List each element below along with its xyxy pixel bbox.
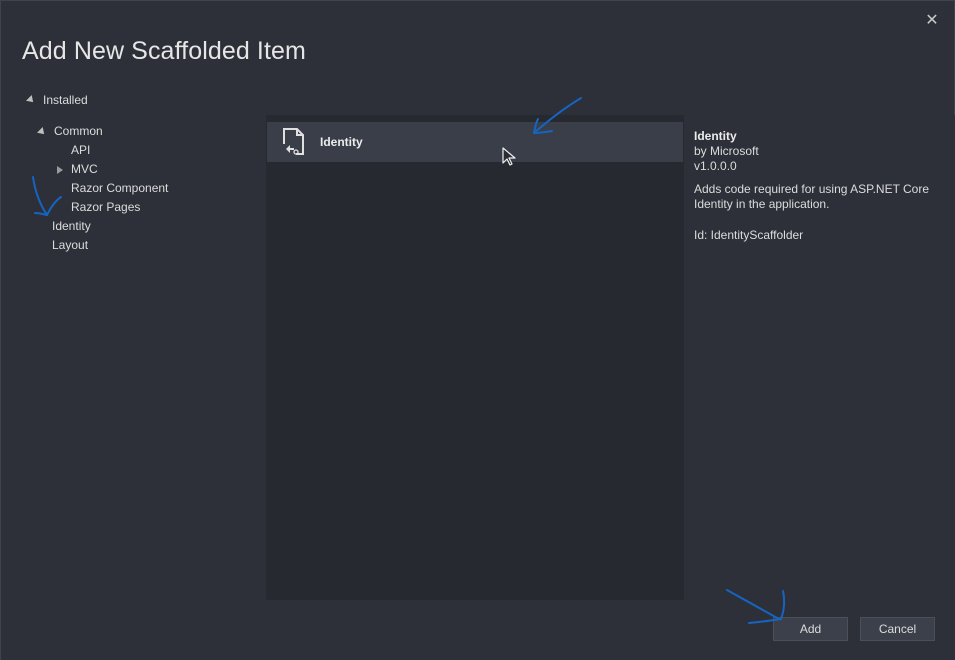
tree-item-mvc[interactable]: MVC <box>57 160 98 179</box>
tree-root-installed[interactable]: Installed <box>26 93 88 107</box>
tree-item-label: MVC <box>71 162 98 176</box>
tree-item-layout[interactable]: Layout <box>52 236 88 255</box>
mouse-pointer-icon <box>502 147 516 166</box>
scaffolder-list: Identity <box>266 115 684 600</box>
tree-item-label: Common <box>54 124 103 138</box>
close-icon[interactable]: ✕ <box>922 11 942 31</box>
list-item-identity[interactable]: Identity <box>267 122 683 162</box>
details-panel: Identity by Microsoft v1.0.0.0 Adds code… <box>684 115 955 600</box>
tree-item-common[interactable]: Common <box>37 122 103 141</box>
tree-item-label: Razor Pages <box>71 200 141 214</box>
tree-root-label: Installed <box>43 93 88 107</box>
tree-item-label: Identity <box>52 219 91 233</box>
tree-item-razor-pages[interactable]: Razor Pages <box>71 198 140 217</box>
collapse-triangle-icon[interactable] <box>26 95 36 105</box>
tree-item-label: Layout <box>52 238 89 252</box>
detail-version: v1.0.0.0 <box>694 159 737 173</box>
tree-item-identity[interactable]: Identity <box>52 217 91 236</box>
scaffold-dialog: ✕ Add New Scaffolded Item Installed Comm… <box>0 0 955 660</box>
expand-triangle-icon[interactable] <box>57 165 63 174</box>
list-item-label: Identity <box>320 135 363 149</box>
dialog-title: Add New Scaffolded Item <box>22 37 306 65</box>
category-tree: Common API MVC Razor Component Razor Pag… <box>1 115 266 600</box>
detail-author: by Microsoft <box>694 144 759 158</box>
collapse-triangle-icon[interactable] <box>37 126 47 137</box>
tree-item-label: Razor Component <box>71 181 169 195</box>
detail-description: Adds code required for using ASP.NET Cor… <box>694 182 930 211</box>
tree-item-label: API <box>71 143 91 157</box>
add-button[interactable]: Add <box>773 617 848 641</box>
detail-id: Id: IdentityScaffolder <box>694 228 804 242</box>
scaffolder-document-icon <box>281 127 307 157</box>
cancel-button[interactable]: Cancel <box>860 617 935 641</box>
detail-title: Identity <box>694 129 737 143</box>
tree-item-razor-component[interactable]: Razor Component <box>71 179 168 198</box>
tree-item-api[interactable]: API <box>71 141 90 160</box>
